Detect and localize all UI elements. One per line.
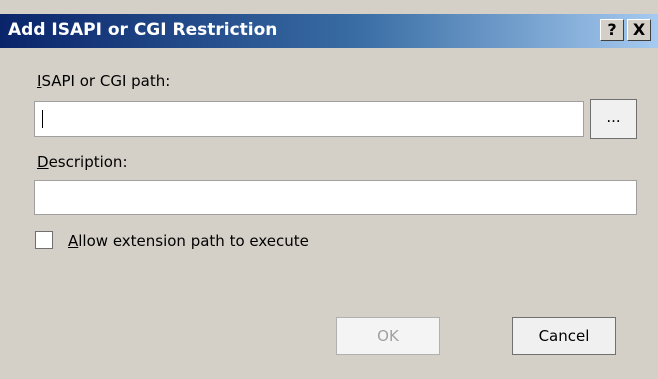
title-bar[interactable]: Add ISAPI or CGI Restriction ? X [0, 14, 658, 48]
isapi-cgi-path-input[interactable] [34, 101, 584, 137]
isapi-cgi-path-label: ISAPI or CGI path: [37, 72, 170, 90]
description-input[interactable] [34, 180, 637, 215]
allow-extension-path-label-accelerator: A [68, 232, 79, 250]
ok-button[interactable]: OK [336, 317, 440, 355]
text-caret [42, 110, 43, 128]
description-label-text: escription: [48, 153, 128, 171]
allow-extension-path-label-text: llow extension path to execute [78, 232, 309, 250]
allow-extension-path-checkbox[interactable] [35, 231, 53, 249]
description-label: Description: [37, 153, 128, 171]
help-button[interactable]: ? [600, 19, 624, 41]
dialog-title: Add ISAPI or CGI Restriction [8, 20, 278, 40]
description-label-accelerator: D [37, 153, 49, 171]
cancel-button[interactable]: Cancel [512, 317, 616, 355]
allow-extension-path-label[interactable]: Allow extension path to execute [68, 232, 309, 250]
dialog-window: Add ISAPI or CGI Restriction ? X ISAPI o… [0, 0, 658, 379]
browse-button[interactable]: ... [590, 99, 637, 139]
isapi-cgi-path-label-text: SAPI or CGI path: [41, 72, 171, 90]
close-button[interactable]: X [627, 19, 651, 41]
